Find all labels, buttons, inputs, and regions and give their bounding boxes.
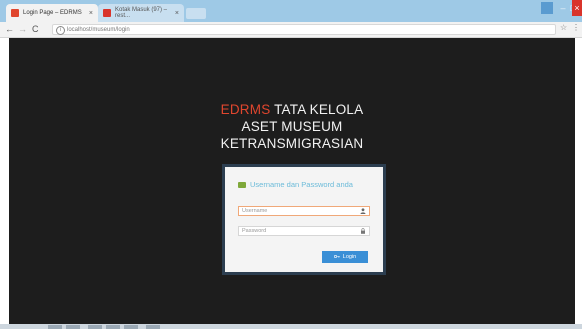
taskbar-item[interactable] [146,325,160,329]
password-field-wrapper [238,226,370,236]
close-window-button[interactable]: × [572,0,582,16]
login-panel-title: Username dan Password anda [238,180,353,189]
title-line-3: KETRANSMIGRASIAN [220,136,364,151]
edrms-favicon-icon [11,9,19,17]
login-button[interactable]: Login [322,251,368,263]
bookmark-star-icon[interactable]: ☆ [560,23,567,32]
tab-login-page[interactable]: Login Page – EDRMS × [6,4,98,22]
forward-arrow-icon[interactable]: → [18,23,27,36]
tab-label: Kotak Masuk (97) – rest... [115,7,168,19]
close-tab-icon[interactable]: × [89,10,93,17]
tab-inbox[interactable]: Kotak Masuk (97) – rest... × [98,4,184,22]
browser-titlebar: Login Page – EDRMS × Kotak Masuk (97) – … [0,0,582,22]
close-tab-icon[interactable]: × [175,10,179,17]
username-input[interactable] [239,207,352,215]
gmail-favicon-icon [103,9,111,17]
site-info-icon[interactable]: i [56,26,65,35]
password-input[interactable] [239,227,352,235]
browser-toolbar: ← → C i localhost/museum/login ☆ ⋮ [0,22,582,38]
taskbar-item[interactable] [124,325,138,329]
lock-icon [360,228,366,237]
address-bar[interactable]: i localhost/museum/login [52,24,556,35]
login-page: EDRMS TATA KELOLA ASET MUSEUM KETRANSMIG… [9,38,575,324]
back-arrow-icon[interactable]: ← [5,23,14,36]
menu-icon[interactable]: ⋮ [572,23,580,32]
user-icon [360,208,366,217]
page-title: EDRMS TATA KELOLA ASET MUSEUM KETRANSMIG… [9,101,575,152]
taskbar-item[interactable] [66,325,80,329]
title-line-1-rest: TATA KELOLA [270,102,364,117]
username-field-wrapper [238,206,370,216]
reload-icon[interactable]: C [32,23,39,36]
new-tab-button[interactable] [186,8,206,19]
title-line-2: ASET MUSEUM [241,119,343,134]
profile-icon[interactable] [541,2,553,14]
login-panel: Username dan Password anda Login [222,164,386,275]
tab-label: Login Page – EDRMS [23,10,82,16]
id-card-icon [238,181,246,188]
brand-name: EDRMS [220,102,271,117]
taskbar-item[interactable] [106,325,120,329]
os-taskbar [0,324,582,329]
title-line-1: EDRMS TATA KELOLA [9,101,575,118]
login-button-label: Login [342,254,357,260]
login-panel-title-text: Username dan Password anda [250,180,353,189]
key-icon [333,254,340,261]
taskbar-item[interactable] [88,325,102,329]
address-text: localhost/museum/login [67,27,130,33]
taskbar-item[interactable] [48,325,62,329]
